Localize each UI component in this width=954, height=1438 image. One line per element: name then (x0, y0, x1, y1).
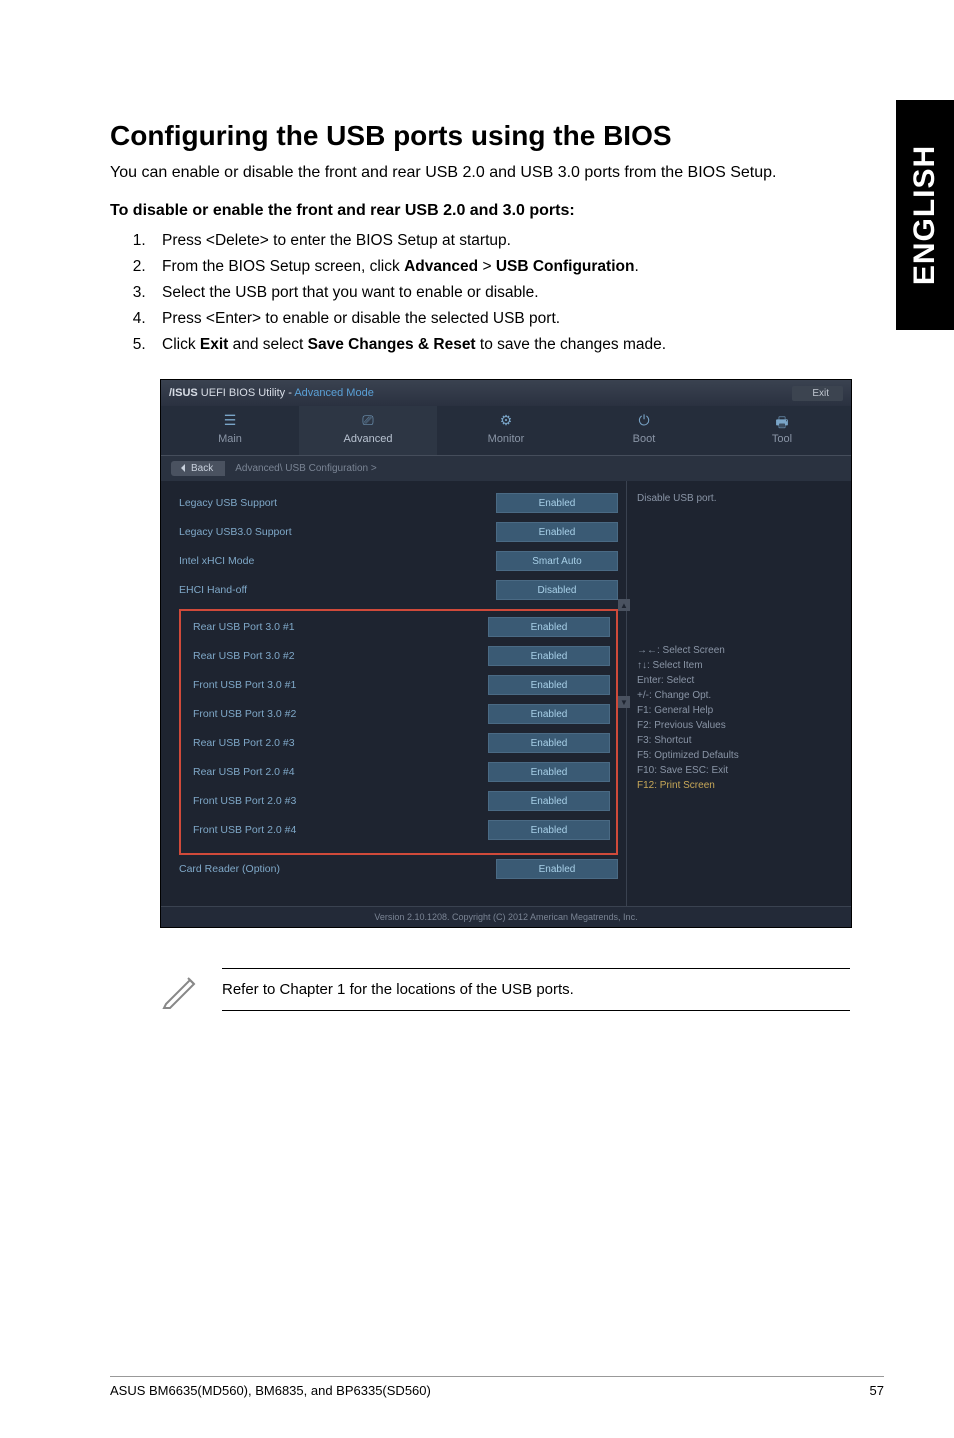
setting-row[interactable]: Front USB Port 3.0 #2Enabled (187, 704, 610, 724)
tab-advanced[interactable]: ⎚Advanced (299, 406, 437, 455)
setting-label: Legacy USB3.0 Support (179, 526, 496, 538)
help-keys-list: →←: Select Screen↑↓: Select ItemEnter: S… (637, 643, 837, 793)
breadcrumb: Back Advanced\ USB Configuration > (161, 456, 851, 481)
intro-text: You can enable or disable the front and … (110, 162, 884, 184)
page-heading: Configuring the USB ports using the BIOS (110, 120, 884, 152)
language-tab: ENGLISH (896, 100, 954, 330)
help-key-line: ↑↓: Select Item (637, 658, 837, 673)
bios-footer: Version 2.10.1208. Copyright (C) 2012 Am… (161, 906, 851, 927)
step-4: Press <Enter> to enable or disable the s… (150, 310, 884, 328)
highlighted-ports-box: Rear USB Port 3.0 #1EnabledRear USB Port… (179, 609, 618, 855)
tool-icon: 🖶 (713, 412, 851, 430)
setting-value[interactable]: Enabled (488, 675, 610, 695)
setting-row[interactable]: Legacy USB3.0 SupportEnabled (179, 522, 618, 542)
help-key-line: +/-: Change Opt. (637, 688, 837, 703)
help-key-line: F10: Save ESC: Exit (637, 763, 837, 778)
setting-row[interactable]: Rear USB Port 2.0 #3Enabled (187, 733, 610, 753)
setting-label: Rear USB Port 3.0 #1 (187, 621, 488, 633)
setting-row[interactable]: Intel xHCI ModeSmart Auto (179, 551, 618, 571)
step-2: From the BIOS Setup screen, click Advanc… (150, 258, 884, 276)
bios-titlebar: /ISUS UEFI BIOS Utility - Advanced Mode … (161, 380, 851, 406)
subheading: To disable or enable the front and rear … (110, 202, 884, 220)
tab-main[interactable]: ☰Main (161, 406, 299, 455)
setting-value[interactable]: Smart Auto (496, 551, 618, 571)
footer-page-number: 57 (870, 1383, 884, 1398)
bios-title: /ISUS UEFI BIOS Utility - Advanced Mode (169, 387, 374, 399)
list-icon: ☰ (161, 412, 299, 430)
help-key-line: Enter: Select (637, 673, 837, 688)
setting-row[interactable]: Card Reader (Option) Enabled (179, 859, 618, 879)
setting-value[interactable]: Enabled (488, 646, 610, 666)
breadcrumb-text: Advanced\ USB Configuration > (235, 463, 376, 474)
setting-row[interactable]: EHCI Hand-offDisabled (179, 580, 618, 600)
scroll-down-icon[interactable]: ▼ (618, 696, 630, 708)
step-5: Click Exit and select Save Changes & Res… (150, 336, 884, 354)
bios-settings-panel: Legacy USB SupportEnabledLegacy USB3.0 S… (161, 481, 626, 906)
setting-value[interactable]: Enabled (488, 791, 610, 811)
setting-label: Card Reader (Option) (179, 863, 496, 875)
setting-row[interactable]: Front USB Port 2.0 #4Enabled (187, 820, 610, 840)
wrench-icon: ⚙ (437, 412, 575, 430)
chip-icon: ⎚ (299, 412, 437, 430)
setting-row[interactable]: Rear USB Port 2.0 #4Enabled (187, 762, 610, 782)
setting-row[interactable]: Front USB Port 3.0 #1Enabled (187, 675, 610, 695)
bios-tabs: ☰Main ⎚Advanced ⚙Monitor ⏻Boot 🖶Tool (161, 406, 851, 456)
setting-label: Rear USB Port 2.0 #4 (187, 766, 488, 778)
help-key-line: F3: Shortcut (637, 733, 837, 748)
setting-label: EHCI Hand-off (179, 584, 496, 596)
setting-value[interactable]: Enabled (488, 762, 610, 782)
setting-label: Rear USB Port 2.0 #3 (187, 737, 488, 749)
setting-row[interactable]: Rear USB Port 3.0 #2Enabled (187, 646, 610, 666)
setting-value[interactable]: Enabled (488, 733, 610, 753)
setting-label: Intel xHCI Mode (179, 555, 496, 567)
tab-boot[interactable]: ⏻Boot (575, 406, 713, 455)
setting-row[interactable]: Front USB Port 2.0 #3Enabled (187, 791, 610, 811)
help-key-line: F5: Optimized Defaults (637, 748, 837, 763)
language-tab-text: ENGLISH (908, 145, 942, 285)
setting-value[interactable]: Enabled (488, 617, 610, 637)
help-key-line: F2: Previous Values (637, 718, 837, 733)
back-button[interactable]: Back (171, 461, 225, 476)
setting-label: Front USB Port 2.0 #3 (187, 795, 488, 807)
step-1: Press <Delete> to enter the BIOS Setup a… (150, 232, 884, 250)
setting-label: Legacy USB Support (179, 497, 496, 509)
setting-value[interactable]: Enabled (488, 704, 610, 724)
help-key-line: →←: Select Screen (637, 643, 837, 658)
note-pencil-icon (160, 970, 200, 1010)
setting-label: Front USB Port 2.0 #4 (187, 824, 488, 836)
power-icon: ⏻ (575, 412, 713, 430)
help-key-line: F1: General Help (637, 703, 837, 718)
setting-value[interactable]: Disabled (496, 580, 618, 600)
scroll-up-icon[interactable]: ▲ (618, 599, 630, 611)
setting-row[interactable]: Rear USB Port 3.0 #1Enabled (187, 617, 610, 637)
setting-label: Rear USB Port 3.0 #2 (187, 650, 488, 662)
setting-value[interactable]: Enabled (488, 820, 610, 840)
setting-value[interactable]: Enabled (496, 493, 618, 513)
exit-button[interactable]: Exit (792, 386, 843, 401)
bios-help-panel: Disable USB port. →←: Select Screen↑↓: S… (626, 481, 851, 906)
setting-value[interactable]: Enabled (496, 859, 618, 879)
page-footer: ASUS BM6635(MD560), BM6835, and BP6335(S… (110, 1376, 884, 1398)
help-key-line: F12: Print Screen (637, 778, 837, 793)
note-text: Refer to Chapter 1 for the locations of … (222, 968, 850, 1011)
setting-label: Front USB Port 3.0 #1 (187, 679, 488, 691)
setting-value[interactable]: Enabled (496, 522, 618, 542)
bios-screenshot: /ISUS UEFI BIOS Utility - Advanced Mode … (160, 379, 852, 928)
tab-tool[interactable]: 🖶Tool (713, 406, 851, 455)
footer-left: ASUS BM6635(MD560), BM6835, and BP6335(S… (110, 1383, 431, 1398)
setting-row[interactable]: Legacy USB SupportEnabled (179, 493, 618, 513)
help-description: Disable USB port. (637, 493, 837, 643)
note-box: Refer to Chapter 1 for the locations of … (160, 968, 850, 1011)
setting-label: Front USB Port 3.0 #2 (187, 708, 488, 720)
steps-list: Press <Delete> to enter the BIOS Setup a… (110, 232, 884, 354)
tab-monitor[interactable]: ⚙Monitor (437, 406, 575, 455)
step-3: Select the USB port that you want to ena… (150, 284, 884, 302)
